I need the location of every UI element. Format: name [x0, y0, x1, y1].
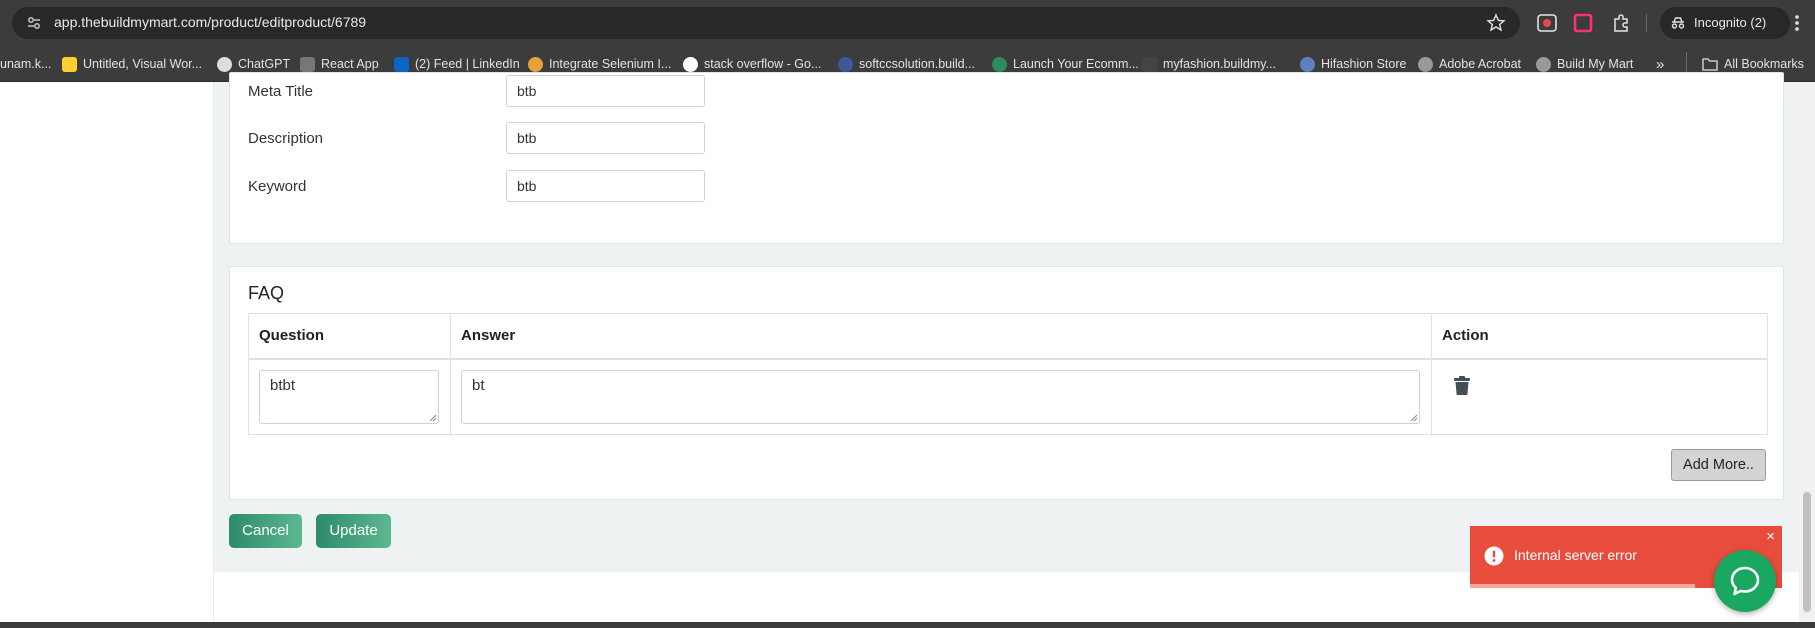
chat-widget-button[interactable] — [1714, 550, 1776, 612]
bookmark-item[interactable]: stack overflow - Go... — [683, 54, 821, 74]
address-bar[interactable]: app.thebuildmymart.com/product/editprodu… — [12, 7, 1520, 39]
bookmark-item[interactable]: React App — [300, 54, 379, 74]
extension-camera-icon[interactable] — [1536, 12, 1558, 34]
toast-message: Internal server error — [1514, 547, 1637, 563]
browser-menu-icon[interactable] — [1792, 12, 1802, 34]
sidebar — [0, 82, 214, 622]
miro-icon — [62, 56, 77, 72]
faq-card: FAQ Question Answer Action btbt bt Add M… — [229, 266, 1784, 500]
table-divider — [1431, 314, 1432, 436]
bookmarks-overflow-button[interactable]: » — [1656, 54, 1664, 74]
incognito-profile-button[interactable]: Incognito (2) — [1660, 7, 1790, 39]
google-icon — [683, 56, 698, 72]
keyword-label: Keyword — [248, 178, 307, 195]
bookmark-label: Integrate Selenium I... — [549, 57, 672, 71]
bookmark-label: Hifashion Store — [1321, 57, 1407, 71]
bookmark-label: Adobe Acrobat — [1439, 57, 1522, 71]
bookmark-label: (2) Feed | LinkedIn — [415, 57, 520, 71]
bookmark-label: stack overflow - Go... — [704, 57, 822, 71]
hifashion-icon — [1300, 56, 1315, 72]
add-more-button[interactable]: Add More.. — [1671, 449, 1766, 481]
question-textarea[interactable]: btbt — [259, 370, 439, 424]
globe-icon — [1536, 56, 1551, 72]
toolbar-divider — [1646, 14, 1647, 32]
description-label: Description — [248, 130, 324, 147]
page-viewport: Meta Title btb Description btb Keyword b… — [0, 72, 1815, 622]
incognito-icon — [1671, 17, 1685, 29]
cancel-button[interactable]: Cancel — [229, 514, 302, 548]
seo-card: Meta Title btb Description btb Keyword b… — [229, 72, 1784, 244]
bookmark-label: ChatGPT — [238, 57, 291, 71]
bookmark-item[interactable]: Hifashion Store — [1300, 54, 1406, 74]
globe-icon — [1418, 56, 1433, 72]
toast-progress-bar — [1470, 584, 1695, 588]
extensions-puzzle-icon[interactable] — [1610, 12, 1632, 34]
bookmark-label: myfashion.buildmy... — [1163, 57, 1277, 71]
bookmark-item[interactable]: Adobe Acrobat — [1418, 54, 1521, 74]
keyword-input[interactable]: btb — [506, 170, 705, 202]
question-text: btbt — [270, 377, 296, 394]
resize-grip-icon[interactable] — [1409, 413, 1418, 422]
react-app-icon — [300, 56, 315, 72]
bookmark-item[interactable]: ChatGPT — [217, 54, 290, 74]
bookmark-star-icon[interactable] — [1486, 13, 1506, 33]
bookmark-item[interactable]: myfashion.buildmy... — [1142, 54, 1276, 74]
chat-bubble-icon — [1730, 566, 1760, 596]
error-alert-icon — [1484, 546, 1504, 566]
extension-record-icon[interactable] — [1572, 12, 1594, 34]
column-header-question: Question — [259, 327, 325, 344]
bookmark-item[interactable]: softccsolution.build... — [838, 54, 975, 74]
store-icon — [992, 56, 1007, 72]
bookmark-item[interactable]: Untitled, Visual Wor... — [62, 54, 202, 74]
site-settings-icon[interactable] — [26, 15, 42, 31]
faq-table: Question Answer Action btbt bt — [248, 313, 1768, 436]
linkedin-icon — [394, 56, 409, 72]
chrome-icon — [528, 56, 543, 72]
bookmark-label: softccsolution.build... — [859, 57, 976, 71]
scrollbar-thumb[interactable] — [1803, 492, 1811, 612]
trash-icon[interactable] — [1453, 376, 1471, 396]
bookmark-label: Launch Your Ecomm... — [1013, 57, 1139, 71]
bookmark-label: Build My Mart — [1557, 57, 1634, 71]
fashion-icon — [1142, 56, 1157, 72]
bookmark-item[interactable]: unam.k... — [0, 54, 51, 74]
all-bookmarks-button[interactable]: All Bookmarks — [1702, 54, 1804, 74]
incognito-label: Incognito (2) — [1694, 15, 1767, 30]
chatgpt-icon — [217, 56, 232, 72]
meta-title-label: Meta Title — [248, 83, 314, 100]
description-input[interactable]: btb — [506, 122, 705, 154]
bookmark-item[interactable]: Integrate Selenium I... — [528, 54, 671, 74]
answer-textarea[interactable]: bt — [461, 370, 1420, 424]
toast-close-button[interactable]: × — [1766, 528, 1775, 545]
chevron-double-right-icon: » — [1656, 55, 1665, 73]
bookmark-label: React App — [321, 57, 379, 71]
table-divider — [450, 314, 451, 436]
meta-title-input[interactable]: btb — [506, 75, 705, 107]
bookmark-item[interactable]: (2) Feed | LinkedIn — [394, 54, 520, 74]
table-header-divider — [249, 358, 1767, 360]
site-icon — [838, 56, 853, 72]
answer-text: bt — [472, 377, 485, 394]
bottom-edge — [0, 622, 1815, 628]
page-scrollbar[interactable] — [1799, 82, 1815, 622]
bookmark-item[interactable]: Build My Mart — [1536, 54, 1633, 74]
bookmark-label: unam.k... — [0, 57, 52, 71]
bookmark-label: Untitled, Visual Wor... — [83, 57, 203, 71]
bookmark-item[interactable]: Launch Your Ecomm... — [992, 54, 1139, 74]
faq-title: FAQ — [248, 283, 285, 303]
folder-icon — [1702, 58, 1718, 71]
all-bookmarks-label: All Bookmarks — [1724, 57, 1804, 71]
resize-grip-icon[interactable] — [428, 413, 437, 422]
bookmarks-divider — [1686, 52, 1687, 74]
url-text[interactable]: app.thebuildmymart.com/product/editprodu… — [54, 14, 366, 30]
browser-toolbar: app.thebuildmymart.com/product/editprodu… — [0, 0, 1815, 46]
column-header-answer: Answer — [461, 327, 516, 344]
update-button[interactable]: Update — [316, 514, 391, 548]
column-header-action: Action — [1442, 327, 1489, 344]
